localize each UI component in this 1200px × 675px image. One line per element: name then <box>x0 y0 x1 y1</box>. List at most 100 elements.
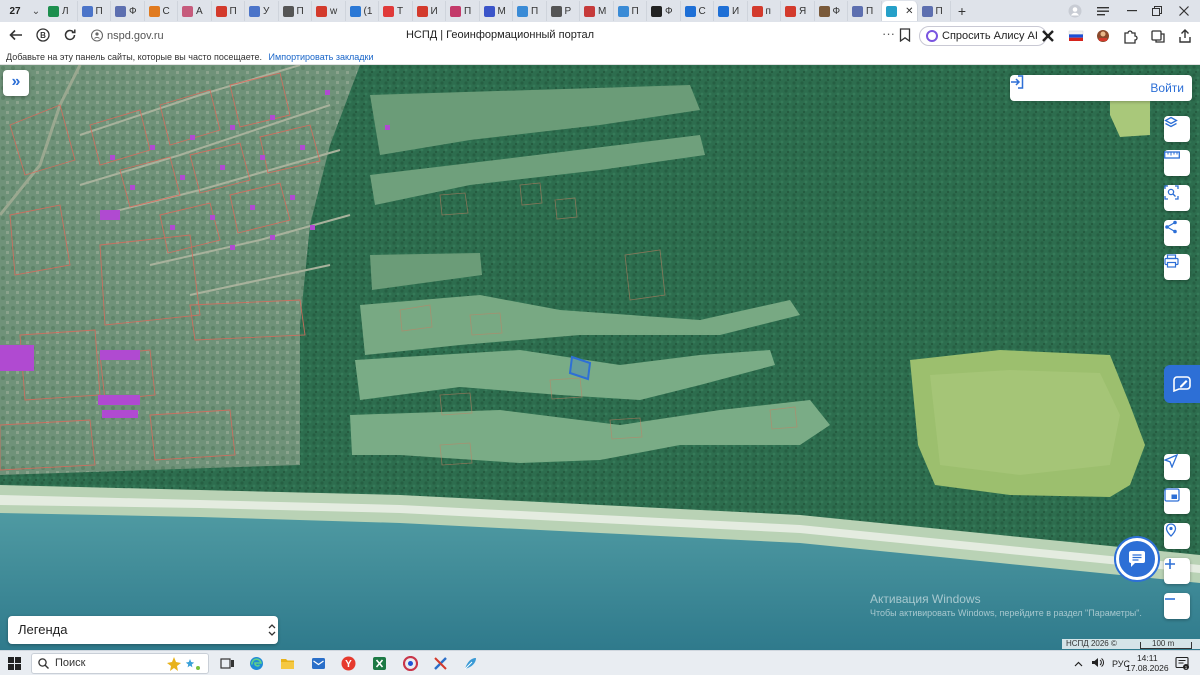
tab-label: Я <box>799 5 807 17</box>
tab-15[interactable]: П <box>513 1 547 21</box>
tab-1[interactable]: Л <box>44 1 78 21</box>
file-explorer-icon[interactable] <box>280 656 295 671</box>
tab-2[interactable]: П <box>78 1 111 21</box>
tab-menu-icon[interactable] <box>1097 0 1109 22</box>
tab-14[interactable]: М <box>480 1 513 21</box>
tab-17[interactable]: М <box>580 1 614 21</box>
profile-avatar-icon[interactable] <box>1068 0 1082 22</box>
app-c-icon[interactable] <box>403 656 418 671</box>
tab-favicon-icon <box>148 5 160 17</box>
bookmark-icon[interactable] <box>899 28 911 42</box>
login-button[interactable]: Войти <box>1010 75 1192 101</box>
tab-11[interactable]: Т <box>379 1 413 21</box>
notification-center-icon[interactable]: 1 <box>1175 656 1189 670</box>
page-title: НСПД | Геоинформационный портал <box>405 29 595 41</box>
volume-icon[interactable] <box>1091 657 1104 670</box>
tab-6[interactable]: П <box>212 1 245 21</box>
my-location-button[interactable] <box>1164 454 1190 480</box>
close-window-icon[interactable] <box>1179 0 1189 22</box>
bookmarks-bar: Добавьте на эту панель сайты, которые вы… <box>0 50 1200 65</box>
back-arrow-icon[interactable] <box>8 28 24 44</box>
restore-window-icon[interactable] <box>1152 0 1162 22</box>
satellite-map[interactable]: » Войти Легенда Активация Windows Чтобы … <box>0 65 1200 650</box>
taskbar-search-box[interactable]: Поиск <box>31 653 209 674</box>
taskbar-search-placeholder: Поиск <box>55 657 86 669</box>
share-icon[interactable] <box>1177 28 1193 44</box>
excel-icon[interactable] <box>372 656 387 671</box>
legend-dropdown[interactable]: Легенда <box>8 616 278 644</box>
measure-button[interactable] <box>1164 150 1190 176</box>
share-map-button[interactable] <box>1164 220 1190 246</box>
feedback-tab-button[interactable] <box>1164 365 1200 403</box>
search-icon <box>38 658 49 669</box>
zoom-in-button[interactable] <box>1164 558 1190 584</box>
layers-button[interactable] <box>1164 116 1190 142</box>
tab-12[interactable]: И <box>413 1 446 21</box>
new-tab-button[interactable]: + <box>951 3 973 19</box>
app-tools-icon[interactable] <box>433 656 448 671</box>
yandex-shield-icon[interactable]: B <box>35 28 51 44</box>
tab-label: (1 <box>363 5 373 17</box>
windows-start-icon[interactable] <box>8 657 21 670</box>
tab-25[interactable]: П <box>848 1 882 21</box>
tab-favicon-icon <box>921 5 933 17</box>
downloads-icon[interactable] <box>1150 28 1166 44</box>
tab-label: П <box>464 5 472 17</box>
tab-last[interactable]: П <box>918 1 951 21</box>
location-search-icon <box>1165 523 1177 537</box>
tab-24[interactable]: Ф <box>815 1 848 21</box>
tab-list-chevron-icon[interactable]: ⌄ <box>28 6 44 17</box>
task-view-icon[interactable] <box>220 656 235 671</box>
tab-label: П <box>229 5 237 17</box>
tab-favicon-icon <box>785 5 796 17</box>
site-info-lock-icon[interactable] <box>91 29 103 42</box>
tab-favicon-icon <box>617 5 629 17</box>
extensions-puzzle-icon[interactable] <box>1122 28 1138 44</box>
tab-22[interactable]: п <box>748 1 781 21</box>
taskbar-clock[interactable]: 14:11 17.08.2026 <box>1126 653 1169 673</box>
tab-label: Т <box>397 5 404 17</box>
tab-20[interactable]: С <box>681 1 714 21</box>
page-menu-dots-icon[interactable]: ··· <box>882 26 895 41</box>
tab-favicon-icon <box>584 5 595 17</box>
zoom-out-button[interactable] <box>1164 593 1190 619</box>
tab-16[interactable]: Р <box>547 1 580 21</box>
extension-face-icon[interactable] <box>1095 28 1111 44</box>
tab-23[interactable]: Я <box>781 1 815 21</box>
extension-puzzle-cross-icon[interactable] <box>1040 28 1056 44</box>
tab-count-badge[interactable]: 27 <box>2 2 28 20</box>
tab-close-icon[interactable]: ✕ <box>905 6 913 17</box>
import-bookmarks-link[interactable]: Импортировать закладки <box>269 52 374 62</box>
tab-label: Л <box>62 5 69 17</box>
tab-active[interactable]: ✕ <box>881 1 918 21</box>
tab-18[interactable]: П <box>614 1 647 21</box>
tab-3[interactable]: Ф <box>111 1 145 21</box>
tab-10[interactable]: (1 <box>346 1 379 21</box>
print-button[interactable] <box>1164 254 1190 280</box>
tab-4[interactable]: С <box>145 1 178 21</box>
place-search-button[interactable] <box>1164 523 1190 549</box>
mail-app-icon[interactable] <box>311 656 326 671</box>
reload-icon[interactable] <box>62 28 78 44</box>
basemap-switch-button[interactable] <box>1164 488 1190 514</box>
tab-5[interactable]: А <box>178 1 212 21</box>
select-area-button[interactable] <box>1164 185 1190 211</box>
tab-7[interactable]: У <box>245 1 279 21</box>
url-text[interactable]: nspd.gov.ru <box>107 30 164 42</box>
tab-9[interactable]: w <box>312 1 346 21</box>
russian-flag-icon[interactable] <box>1068 28 1084 44</box>
tab-19[interactable]: Ф <box>647 1 681 21</box>
edge-browser-icon[interactable] <box>249 656 264 671</box>
minimize-icon[interactable] <box>1127 0 1137 22</box>
chat-bubble-icon <box>1129 551 1145 567</box>
yandex-browser-icon[interactable]: Y <box>341 656 356 671</box>
ask-alice-button[interactable]: Спросить Алису AI <box>919 26 1047 46</box>
chat-assistant-button[interactable] <box>1116 538 1158 580</box>
tab-21[interactable]: И <box>714 1 748 21</box>
tab-8[interactable]: П <box>279 1 312 21</box>
app-feather-icon[interactable] <box>463 656 478 671</box>
expand-panel-icon[interactable]: » <box>3 70 29 96</box>
tray-expand-chevron-icon[interactable] <box>1074 659 1083 669</box>
tab-13[interactable]: П <box>446 1 480 21</box>
tab-label: А <box>196 5 203 17</box>
